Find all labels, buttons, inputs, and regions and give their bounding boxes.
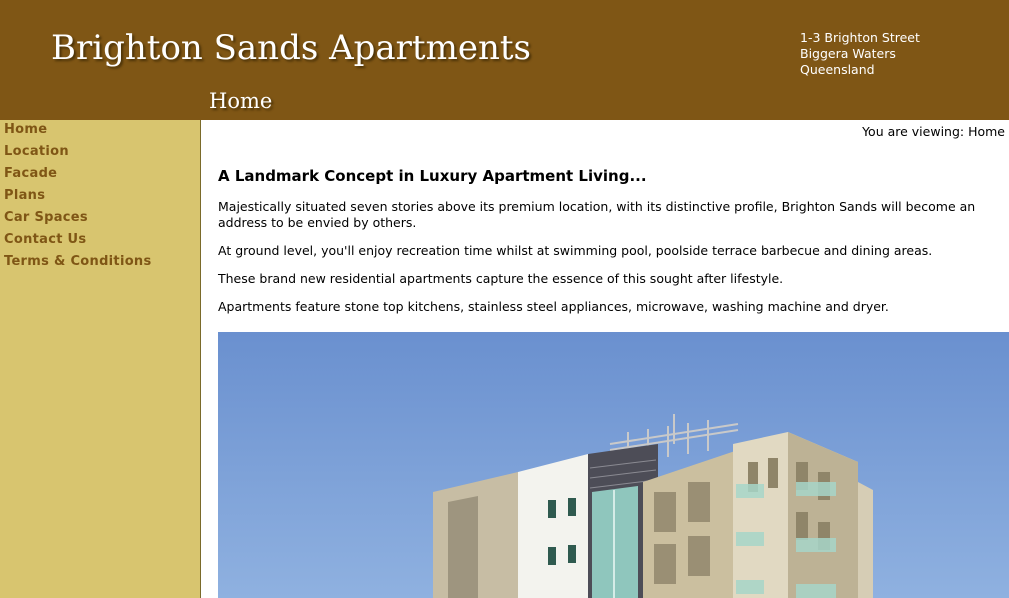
nav-link-plans[interactable]: Plans [0,186,200,206]
building-render-image [218,332,1009,598]
nav-link-location[interactable]: Location [0,142,200,162]
sidebar-item-car-spaces: Car Spaces [0,208,200,230]
paragraph-features: Apartments feature stone top kitchens, s… [218,299,889,314]
nav-link-home[interactable]: Home [0,120,200,140]
nav-link-car-spaces[interactable]: Car Spaces [0,208,200,228]
breadcrumb: You are viewing: Home [862,124,1005,139]
nav-link-terms[interactable]: Terms & Conditions [0,252,200,272]
paragraph-lifestyle: These brand new residential apartments c… [218,271,784,286]
site-header: Brighton Sands Apartments 1-3 Brighton S… [0,0,1009,120]
address-block: 1-3 Brighton Street Biggera Waters Queen… [800,30,920,78]
building-illustration [218,332,1009,598]
sidebar-item-location: Location [0,142,200,164]
address-line-suburb: Biggera Waters [800,46,896,61]
paragraph-recreation: At ground level, you'll enjoy recreation… [218,243,933,258]
paragraph-location: Majestically situated seven stories abov… [218,199,976,230]
site-title: Brighton Sands Apartments [51,28,531,68]
nav-link-facade[interactable]: Facade [0,164,200,184]
content-heading: A Landmark Concept in Luxury Apartment L… [218,167,647,185]
address-line-state: Queensland [800,62,875,77]
sidebar-item-plans: Plans [0,186,200,208]
main-content: A Landmark Concept in Luxury Apartment L… [218,160,998,327]
sidebar: Home Location Facade Plans Car Spaces Co… [0,120,201,598]
page-section-title: Home [209,89,273,113]
sidebar-item-facade: Facade [0,164,200,186]
address-line-street: 1-3 Brighton Street [800,30,920,45]
sidebar-nav: Home Location Facade Plans Car Spaces Co… [0,120,200,274]
sidebar-item-terms: Terms & Conditions [0,252,200,274]
sidebar-item-contact-us: Contact Us [0,230,200,252]
nav-link-contact-us[interactable]: Contact Us [0,230,200,250]
sidebar-item-home: Home [0,120,200,142]
